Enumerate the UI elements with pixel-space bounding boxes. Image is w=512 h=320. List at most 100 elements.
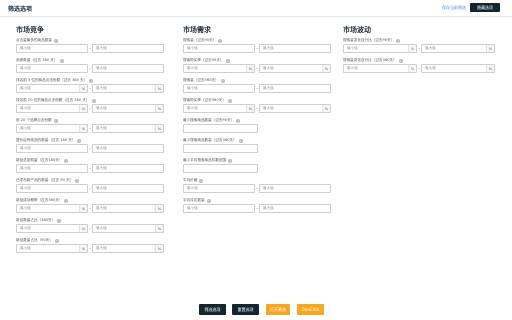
info-icon[interactable]: i (236, 118, 241, 123)
filter-field: 搜索量变化百分比（过去90天） i 最小值% – 最大值% (343, 37, 498, 53)
min-input[interactable]: 最小值% (16, 224, 88, 233)
min-input[interactable]: 最小值 (183, 84, 255, 93)
info-icon[interactable]: i (64, 158, 69, 163)
min-input[interactable]: 最小值% (183, 104, 255, 113)
info-icon[interactable]: i (225, 58, 230, 63)
percent-suffix: % (79, 225, 87, 232)
top-bar: 筛选选项 保存当前筛选 隐藏选项 (0, 0, 512, 17)
field-label: 搜索量变化百分比（过去90天） (343, 38, 395, 42)
info-icon[interactable]: i (54, 238, 59, 243)
percent-suffix: % (155, 205, 163, 212)
info-icon[interactable]: i (228, 158, 233, 163)
min-input[interactable]: 最小值 (16, 44, 88, 53)
min-input[interactable]: 最小值% (16, 244, 88, 253)
info-icon[interactable]: i (91, 98, 96, 103)
min-input[interactable]: 最小值 (16, 144, 88, 153)
min-input[interactable]: 最小值 (183, 44, 255, 53)
max-input[interactable]: 最大值 (259, 184, 331, 193)
max-input[interactable]: 最大值 (259, 204, 331, 213)
field-label: 提价后有商品的数量（过去 180 天） (16, 138, 76, 142)
min-input[interactable]: 最小值% (16, 84, 88, 93)
filter-field: 提价后有商品的数量（过去 180 天） i 最小值 – 最大值 (16, 137, 166, 153)
max-input[interactable]: 最大值% (92, 104, 164, 113)
single-row (183, 164, 333, 173)
info-icon[interactable]: i (220, 78, 225, 83)
max-input[interactable]: 最大值 (92, 144, 164, 153)
single-input[interactable] (183, 164, 258, 173)
max-input[interactable]: 最大值% (421, 64, 495, 73)
min-input[interactable]: 最小值% (16, 104, 88, 113)
filter-field: 搜索量变化百分比（过去360天） i 最小值% – 最大值% (343, 57, 498, 73)
field-label: 搜索量（过去90天） (183, 38, 217, 42)
field-label: 新品成功概率（过去360天） (16, 198, 63, 202)
info-icon[interactable]: i (218, 38, 223, 43)
min-input[interactable]: 最小值% (343, 44, 417, 53)
info-icon[interactable]: i (398, 58, 403, 63)
filter-field: 点击量最多的商品数量 i 最小值 – 最大值 (16, 37, 166, 53)
max-input[interactable]: 最大值% (92, 224, 164, 233)
page-title: 筛选选项 (8, 6, 33, 13)
column-title: 市场波动 (343, 26, 371, 34)
min-input[interactable]: 最小值% (343, 64, 417, 73)
hide-options-button[interactable]: 隐藏选项 (470, 3, 500, 12)
field-label: 排名前 20 位的商品点击份额（过去 360 天） (16, 98, 90, 102)
field-label: 点击量最多的商品数量 (16, 38, 52, 42)
percent-suffix: % (246, 105, 254, 112)
info-icon[interactable]: i (53, 38, 58, 43)
filter-field: 平均评论数量 i 最小值 – 最大值 (183, 197, 333, 213)
reset-filter-button[interactable]: 重置选项 (232, 304, 259, 315)
max-input[interactable]: 最大值% (92, 244, 164, 253)
info-icon[interactable]: i (396, 38, 401, 43)
info-icon[interactable]: i (59, 58, 64, 63)
range-row: 最小值 – 最大值 (183, 204, 333, 213)
min-input[interactable]: 最小值% (16, 124, 88, 133)
single-input[interactable] (183, 124, 258, 133)
oneclick-button[interactable]: OneClick (297, 304, 324, 315)
min-input[interactable]: 最小值 (16, 164, 88, 173)
max-input[interactable]: 最大值% (259, 104, 331, 113)
info-icon[interactable]: i (199, 178, 204, 183)
info-icon[interactable]: i (238, 138, 243, 143)
max-input[interactable]: 最大值% (92, 204, 164, 213)
info-icon[interactable]: i (206, 198, 211, 203)
single-input[interactable] (183, 144, 258, 153)
max-input[interactable]: 最大值 (259, 44, 331, 53)
info-icon[interactable]: i (77, 138, 82, 143)
open-filter-button[interactable]: 打开筛选 (266, 304, 290, 315)
info-icon[interactable]: i (64, 198, 69, 203)
info-icon[interactable]: i (89, 78, 94, 83)
info-icon[interactable]: i (57, 218, 62, 223)
range-row: 最小值% – 最大值% (183, 104, 333, 113)
info-icon[interactable]: i (75, 178, 80, 183)
percent-suffix: % (155, 225, 163, 232)
filter-field: 搜索购买率（过去360天） i 最小值% – 最大值% (183, 97, 333, 113)
max-input[interactable]: 最大值 (92, 164, 164, 173)
save-filter-link[interactable]: 保存当前筛选 (442, 5, 466, 11)
apply-filter-button[interactable]: 筛选选项 (199, 304, 226, 315)
info-icon[interactable]: i (53, 118, 58, 123)
range-row: 最小值 – 最大值 (183, 44, 333, 53)
percent-suffix: % (79, 105, 87, 112)
max-input[interactable]: 最大值 (92, 44, 164, 53)
max-input[interactable]: 最大值 (92, 64, 164, 73)
min-input[interactable]: 最小值 (183, 204, 255, 213)
market-demand-column: 市场需求 搜索量（过去90天） i 最小值 – 最大值 搜索购买率（过去90天） i… (183, 25, 333, 217)
min-input[interactable]: 最小值 (16, 184, 88, 193)
min-input[interactable]: 最小值 (183, 184, 255, 193)
range-row: 最小值 – 最大值 (183, 184, 333, 193)
max-input[interactable]: 最大值% (92, 84, 164, 93)
max-input[interactable]: 最大值% (92, 124, 164, 133)
max-input[interactable]: 最大值 (92, 184, 164, 193)
percent-suffix: % (246, 65, 254, 72)
filter-field: 新品总加购量（过去180天） i 最小值 – 最大值 (16, 157, 166, 173)
info-icon[interactable]: i (227, 98, 232, 103)
percent-suffix: % (322, 65, 330, 72)
max-input[interactable]: 最大值% (259, 64, 331, 73)
max-input[interactable]: 最大值 (259, 84, 331, 93)
max-input[interactable]: 最大值% (421, 44, 495, 53)
range-row: 最小值% – 最大值% (16, 204, 166, 213)
min-input[interactable]: 最小值% (183, 64, 255, 73)
min-input[interactable]: 最小值 (16, 64, 88, 73)
single-row (183, 144, 333, 153)
min-input[interactable]: 最小值% (16, 204, 88, 213)
